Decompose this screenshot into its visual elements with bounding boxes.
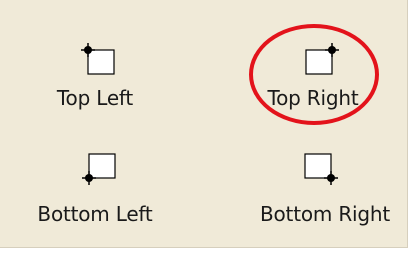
anchor-position-panel: Top Left Top Right Bottom Left Bottom Ri… <box>0 0 408 248</box>
anchor-option-top-left[interactable]: Top Left <box>20 30 170 112</box>
top-left-anchor-icon <box>81 43 115 75</box>
anchor-option-label: Bottom Left <box>37 202 153 226</box>
anchor-option-label: Top Right <box>267 86 359 110</box>
anchor-option-top-right[interactable]: Top Right <box>238 30 388 112</box>
anchor-option-bottom-left[interactable]: Bottom Left <box>20 148 170 230</box>
top-right-anchor-icon <box>305 43 339 75</box>
bottom-right-anchor-icon <box>304 153 338 185</box>
anchor-option-label: Top Left <box>56 86 134 110</box>
bottom-left-anchor-icon <box>82 153 116 185</box>
anchor-option-label: Bottom Right <box>260 202 390 226</box>
anchor-option-bottom-right[interactable]: Bottom Right <box>250 148 400 230</box>
